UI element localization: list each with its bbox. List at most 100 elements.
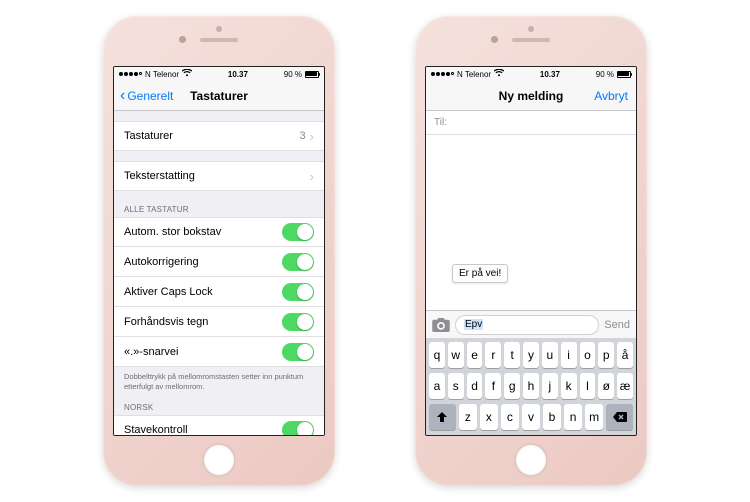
key-k[interactable]: k (561, 373, 577, 399)
battery-icon (617, 71, 631, 78)
toggle-row-4-label: «.»-snarvei (124, 346, 178, 358)
key-z[interactable]: z (459, 404, 477, 430)
key-s[interactable]: s (448, 373, 464, 399)
key-c[interactable]: c (501, 404, 519, 430)
toggle-row-2-toggle[interactable] (282, 283, 314, 301)
toggle-row-3-label: Forhåndsvis tegn (124, 316, 208, 328)
clock: 10.37 (540, 70, 560, 79)
settings-content: Tastaturer 3 › Teksterstatting › ALLE TA… (114, 121, 324, 436)
send-button[interactable]: Send (604, 319, 630, 331)
wifi-icon (182, 69, 192, 79)
front-camera (179, 36, 186, 43)
key-q[interactable]: q (429, 342, 445, 368)
toggle-row-4[interactable]: «.»-snarvei (114, 337, 324, 367)
battery-pct: 90 % (284, 70, 302, 79)
toggle-row-3-toggle[interactable] (282, 313, 314, 331)
autocorrect-suggestion[interactable]: Er på vei! (452, 264, 508, 283)
screen-messages: N Telenor 10.37 90 % Ny melding Avbryt T… (425, 66, 637, 436)
chevron-right-icon: › (310, 169, 314, 184)
key-j[interactable]: j (542, 373, 558, 399)
lang-toggle-row-0-toggle[interactable] (282, 421, 314, 437)
toggle-row-3[interactable]: Forhåndsvis tegn (114, 307, 324, 337)
lang-toggle-row-0[interactable]: Stavekontroll (114, 415, 324, 437)
toggle-row-0-toggle[interactable] (282, 223, 314, 241)
key-x[interactable]: x (480, 404, 498, 430)
numbers-key[interactable]: 123 (429, 435, 457, 436)
signal-dots-icon (119, 72, 142, 76)
wifi-icon (494, 69, 504, 79)
key-ø[interactable]: ø (598, 373, 614, 399)
dictation-key[interactable] (483, 435, 503, 436)
key-p[interactable]: p (598, 342, 614, 368)
message-body (426, 135, 636, 310)
key-a[interactable]: a (429, 373, 445, 399)
status-bar: N Telenor 10.37 90 % (114, 67, 324, 81)
key-t[interactable]: t (504, 342, 520, 368)
toggle-row-1[interactable]: Autokorrigering (114, 247, 324, 277)
toggle-row-1-toggle[interactable] (282, 253, 314, 271)
toggle-row-2-label: Aktiver Caps Lock (124, 286, 213, 298)
cancel-button[interactable]: Avbryt (594, 89, 628, 103)
chevron-right-icon: › (310, 129, 314, 144)
key-o[interactable]: o (580, 342, 596, 368)
nav-back-label: Generelt (127, 89, 173, 103)
nav-back-button[interactable]: ‹ Generelt (120, 88, 173, 104)
key-i[interactable]: i (561, 342, 577, 368)
home-button[interactable] (514, 443, 548, 477)
key-å[interactable]: å (617, 342, 633, 368)
key-m[interactable]: m (585, 404, 603, 430)
key-g[interactable]: g (504, 373, 520, 399)
chevron-left-icon: ‹ (120, 88, 125, 104)
nav-title: Ny melding (499, 89, 564, 103)
key-æ[interactable]: æ (617, 373, 633, 399)
iphone-device-left: N Telenor 10.37 90 % ‹ Generelt Tastatur… (103, 16, 335, 486)
key-w[interactable]: w (448, 342, 464, 368)
key-b[interactable]: b (543, 404, 561, 430)
home-button[interactable] (202, 443, 236, 477)
key-v[interactable]: v (522, 404, 540, 430)
toggle-row-1-label: Autokorrigering (124, 256, 199, 268)
battery-icon (305, 71, 319, 78)
earpiece (200, 38, 238, 42)
backspace-key[interactable] (606, 404, 633, 430)
sensor (216, 26, 222, 32)
nav-bar: ‹ Generelt Tastaturer (114, 81, 324, 111)
shift-key[interactable] (429, 404, 456, 430)
row-text-replacement[interactable]: Teksterstatting › (114, 161, 324, 191)
camera-icon[interactable] (432, 318, 450, 332)
to-field[interactable]: Til: (426, 111, 636, 135)
clock: 10.37 (228, 70, 248, 79)
front-camera (491, 36, 498, 43)
key-y[interactable]: y (523, 342, 539, 368)
key-l[interactable]: l (580, 373, 596, 399)
key-r[interactable]: r (485, 342, 501, 368)
row-text-replacement-label: Teksterstatting (124, 170, 195, 182)
key-n[interactable]: n (564, 404, 582, 430)
section-header-all: ALLE TASTATUR (114, 201, 324, 217)
to-label: Til: (434, 117, 447, 128)
key-u[interactable]: u (542, 342, 558, 368)
toggle-row-0[interactable]: Autom. stor bokstav (114, 217, 324, 247)
key-h[interactable]: h (523, 373, 539, 399)
key-e[interactable]: e (467, 342, 483, 368)
key-f[interactable]: f (485, 373, 501, 399)
carrier-label: N Telenor (145, 70, 179, 79)
nav-title: Tastaturer (190, 89, 248, 103)
screen-settings: N Telenor 10.37 90 % ‹ Generelt Tastatur… (113, 66, 325, 436)
return-key[interactable]: retur (589, 435, 633, 436)
space-key[interactable]: mellomrom (506, 435, 586, 436)
globe-key[interactable] (460, 435, 480, 436)
earpiece (512, 38, 550, 42)
row-keyboards[interactable]: Tastaturer 3 › (114, 121, 324, 151)
row-keyboards-count: 3 (300, 130, 306, 142)
toggle-row-2[interactable]: Aktiver Caps Lock (114, 277, 324, 307)
shortcut-footer-note: Dobbelttrykk på mellomromstasten setter … (114, 367, 324, 397)
lang-toggle-row-0-label: Stavekontroll (124, 424, 188, 436)
signal-dots-icon (431, 72, 454, 76)
message-text-input[interactable]: Epv (455, 315, 599, 335)
key-d[interactable]: d (467, 373, 483, 399)
status-bar: N Telenor 10.37 90 % (426, 67, 636, 81)
toggle-row-4-toggle[interactable] (282, 343, 314, 361)
sensor (528, 26, 534, 32)
nav-bar: Ny melding Avbryt (426, 81, 636, 111)
